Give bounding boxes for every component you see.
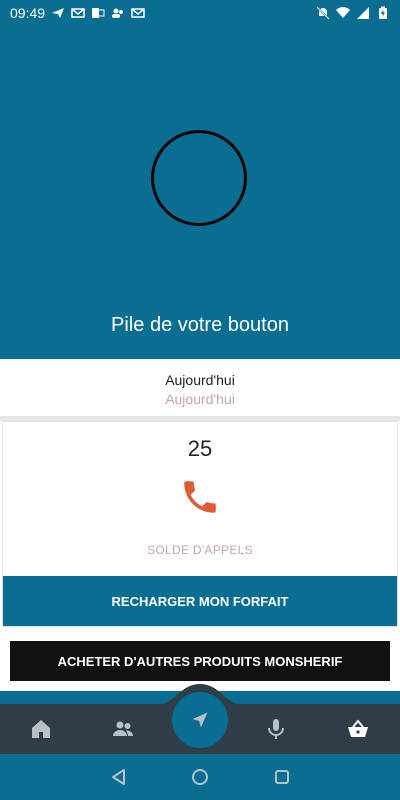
gmail-icon — [71, 6, 85, 20]
battery-level-ring — [151, 130, 247, 226]
call-balance-card: 25 SOLDE D'APPELS RECHARGER MON FORFAIT — [2, 421, 398, 627]
home-circle-icon — [192, 769, 208, 785]
nav-home[interactable] — [24, 712, 58, 746]
status-left: 09:49 — [10, 5, 145, 21]
nav-locate-button[interactable] — [172, 692, 228, 748]
recharge-plan-button[interactable]: RECHARGER MON FORFAIT — [3, 576, 397, 626]
status-bar: 09:49 — [0, 0, 400, 26]
hero-title: Pile de votre bouton — [111, 314, 289, 336]
nav-contacts[interactable] — [106, 712, 140, 746]
notifications-muted-icon — [316, 6, 330, 20]
call-balance-label: SOLDE D'APPELS — [147, 543, 253, 557]
send-icon — [51, 6, 65, 20]
navigation-icon — [192, 712, 208, 728]
home-icon — [32, 720, 50, 738]
hero-section: Pile de votre bouton — [0, 26, 400, 359]
nav-microphone[interactable] — [259, 712, 293, 746]
outlook-icon — [91, 6, 105, 20]
battery-icon — [376, 6, 390, 20]
status-time: 09:49 — [10, 5, 46, 21]
people-app-icon — [111, 6, 125, 20]
signal-icon — [356, 6, 370, 20]
home-button[interactable] — [189, 766, 211, 788]
back-icon — [112, 769, 125, 785]
buy-other-products-button[interactable]: ACHETER D'AUTRES PRODUITS MONSHERIF — [10, 641, 390, 681]
nav-shop[interactable] — [341, 712, 375, 746]
date-primary: Aujourd'hui — [165, 372, 235, 388]
basket-icon — [348, 719, 368, 737]
people-icon — [113, 721, 133, 736]
date-section: Aujourd'hui Aujourd'hui — [0, 359, 400, 416]
recents-icon — [275, 770, 289, 784]
call-count: 25 — [187, 436, 213, 461]
date-secondary: Aujourd'hui — [165, 391, 235, 407]
phone-icon — [179, 476, 221, 518]
system-navigation-bar — [0, 754, 400, 800]
wifi-icon — [336, 6, 350, 20]
microphone-icon — [268, 719, 284, 739]
back-button[interactable] — [108, 766, 130, 788]
gmail-icon — [131, 6, 145, 20]
status-right — [316, 6, 390, 20]
recents-button[interactable] — [271, 766, 293, 788]
